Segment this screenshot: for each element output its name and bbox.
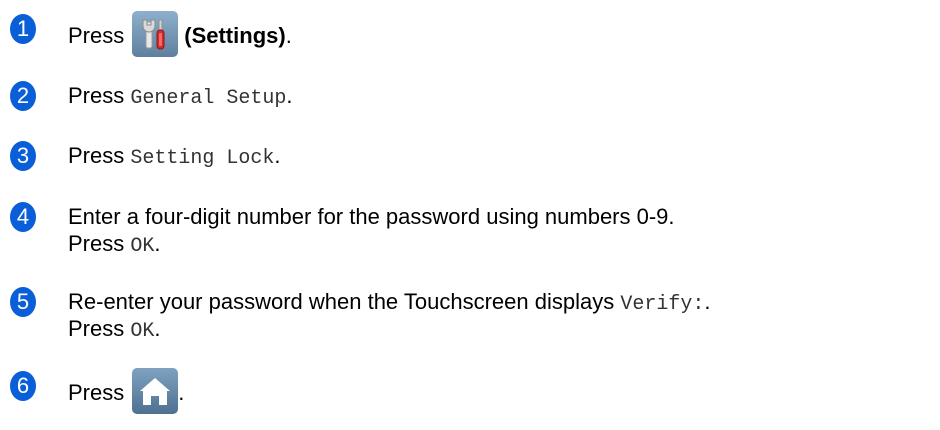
step-number: 6	[10, 371, 36, 401]
step-suffix: .	[154, 231, 161, 256]
step-text: Press	[68, 22, 125, 48]
step-number: 5	[10, 287, 36, 317]
step-text: Press	[68, 379, 125, 405]
settings-label: (Settings)	[184, 22, 286, 48]
step-line: Enter a four-digit number for the passwo…	[68, 202, 675, 232]
step-text: Press	[68, 83, 131, 108]
step-number: 3	[10, 141, 36, 171]
step-text: Press	[68, 316, 131, 341]
step-text: Re-enter your password when the Touchscr…	[68, 289, 621, 314]
step-suffix: .	[274, 143, 281, 168]
step-line: Press General Setup.	[68, 81, 293, 114]
step-number: 2	[10, 81, 36, 111]
step-number: 4	[10, 202, 36, 232]
step-line: Press OK.	[68, 314, 161, 347]
step-suffix: .	[286, 83, 293, 108]
step-line: Press OK.	[68, 229, 161, 262]
home-icon	[132, 368, 179, 414]
step-suffix: .	[154, 316, 161, 341]
step-text: Press	[68, 231, 131, 256]
menu-item-text: Setting Lock	[130, 147, 275, 170]
step-line: Press .	[68, 368, 185, 417]
step-suffix: .	[178, 379, 185, 405]
step-number: 1	[10, 14, 36, 44]
step-text: Press	[68, 143, 131, 168]
display-text: Verify:	[620, 293, 705, 316]
settings-icon	[132, 11, 179, 57]
button-name-text: OK	[130, 235, 155, 258]
step-line: Press (Settings).	[68, 11, 292, 60]
step-suffix: .	[285, 22, 292, 48]
step-text: Enter a four-digit number for the passwo…	[68, 204, 675, 229]
step-line: Re-enter your password when the Touchscr…	[68, 287, 710, 320]
button-name-text: OK	[130, 320, 155, 343]
menu-item-text: General Setup	[130, 87, 287, 110]
step-line: Press Setting Lock.	[68, 141, 281, 174]
step-suffix: .	[704, 289, 711, 314]
